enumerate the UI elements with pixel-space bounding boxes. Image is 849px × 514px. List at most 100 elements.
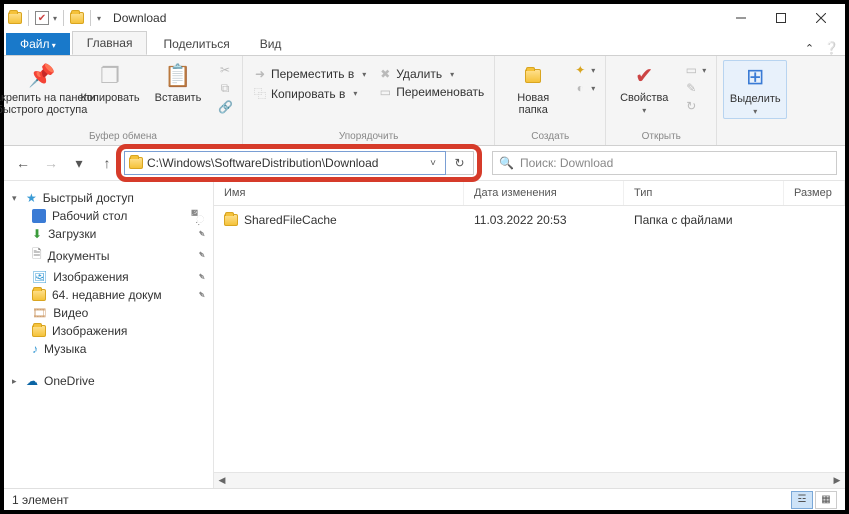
- column-size[interactable]: Размер: [784, 181, 845, 205]
- chevron-down-icon: ▾: [642, 106, 646, 115]
- cut-button[interactable]: ✂: [214, 62, 236, 78]
- sidebar-item-documents[interactable]: 🗎Документы✒: [8, 243, 209, 268]
- new-folder-icon: [525, 62, 541, 90]
- chevron-down-icon: ▾: [753, 107, 757, 116]
- rename-button[interactable]: ▭Переименовать: [374, 84, 488, 100]
- scroll-left-icon[interactable]: ◀: [214, 473, 230, 489]
- history-dropdown[interactable]: ▾: [68, 152, 90, 174]
- address-input[interactable]: [147, 156, 421, 170]
- qat-dropdown-icon[interactable]: ▾: [53, 14, 57, 23]
- copy-path-icon: ⧉: [218, 81, 232, 96]
- expand-icon: ▾: [12, 193, 20, 204]
- sidebar-item-recent[interactable]: 64. недавние докум✒: [8, 286, 209, 304]
- qat-checkbox[interactable]: ✔: [35, 11, 49, 25]
- column-name[interactable]: Имя: [214, 181, 464, 205]
- sidebar-item-pictures[interactable]: 🖼Изображения✒: [8, 268, 209, 286]
- easy-access-button[interactable]: ◐▾: [569, 80, 599, 96]
- new-folder-button[interactable]: Новая папка: [501, 60, 565, 116]
- minimize-button[interactable]: [721, 4, 761, 32]
- ribbon-collapse-icon[interactable]: ⌃: [805, 42, 814, 55]
- close-icon: [816, 13, 826, 23]
- copy-button[interactable]: ❐ Копировать: [78, 60, 142, 104]
- sidebar-item-downloads[interactable]: ⬇Загрузки✒: [8, 225, 209, 243]
- content-area: ▾ ★ Быстрый доступ Рабочий стол�಼ ⬇Загру…: [4, 180, 845, 488]
- up-button[interactable]: ↑: [96, 152, 118, 174]
- forward-button[interactable]: →: [40, 152, 62, 174]
- paste-icon: 📋: [164, 62, 191, 90]
- new-item-icon: ✦: [573, 63, 587, 77]
- minimize-icon: [736, 13, 746, 23]
- open-button[interactable]: ▭▾: [680, 62, 710, 78]
- pin-icon: ✒: [194, 270, 208, 284]
- copy-to-button[interactable]: ⿻Копировать в▾: [249, 84, 370, 103]
- delete-button[interactable]: ✖Удалить▾: [374, 66, 488, 82]
- properties-button[interactable]: ✔ Свойства ▾: [612, 60, 676, 115]
- pin-icon: ✒: [194, 288, 208, 302]
- window-title: Download: [113, 11, 166, 25]
- search-box[interactable]: 🔍 Поиск: Download: [492, 151, 837, 175]
- tab-share[interactable]: Поделиться: [149, 33, 243, 55]
- qat-separator: [28, 10, 29, 26]
- sidebar-item-desktop[interactable]: Рабочий стол�಼: [8, 207, 209, 225]
- file-name: SharedFileCache: [244, 213, 337, 227]
- help-icon[interactable]: ❔: [824, 41, 839, 55]
- search-placeholder: Поиск: Download: [520, 156, 613, 170]
- column-headers: Имя Дата изменения Тип Размер: [214, 181, 845, 206]
- expand-icon: ▸: [12, 376, 20, 387]
- edit-icon: ✎: [684, 81, 698, 95]
- videos-icon: 🎞: [32, 306, 47, 320]
- horizontal-scrollbar[interactable]: ◀ ▶: [214, 472, 845, 488]
- sidebar-item-pictures2[interactable]: Изображения: [8, 322, 209, 340]
- move-to-button[interactable]: ➜Переместить в▾: [249, 66, 370, 82]
- folder-icon: [224, 214, 238, 226]
- delete-icon: ✖: [378, 67, 392, 81]
- sidebar-onedrive[interactable]: ▸ ☁ OneDrive: [8, 372, 209, 390]
- group-clipboard: 📌 Закрепить на панели быстрого доступа ❐…: [4, 56, 243, 145]
- qat-overflow-icon[interactable]: ▾: [97, 14, 101, 23]
- view-icons-button[interactable]: ▦: [815, 491, 837, 509]
- column-modified[interactable]: Дата изменения: [464, 181, 624, 205]
- paste-shortcut-button[interactable]: 🔗: [214, 99, 236, 115]
- refresh-button[interactable]: ↻: [446, 151, 474, 175]
- copy-to-icon: ⿻: [253, 85, 267, 102]
- edit-button[interactable]: ✎: [680, 80, 710, 96]
- file-list[interactable]: SharedFileCache 11.03.2022 20:53 Папка с…: [214, 206, 845, 472]
- documents-icon: 🗎: [32, 245, 42, 266]
- address-bar-wrapper: ˅ ↻: [124, 151, 474, 175]
- address-dropdown-icon[interactable]: ˅: [425, 158, 441, 169]
- copy-icon: ❐: [100, 62, 120, 90]
- pin-to-quick-access-button[interactable]: 📌 Закрепить на панели быстрого доступа: [10, 60, 74, 116]
- group-open: ✔ Свойства ▾ ▭▾ ✎ ↻ Открыть: [606, 56, 717, 145]
- cut-icon: ✂: [218, 63, 232, 77]
- sidebar-quick-access[interactable]: ▾ ★ Быстрый доступ: [8, 189, 209, 207]
- copy-path-button[interactable]: ⧉: [214, 80, 236, 97]
- qat-folder-icon[interactable]: [70, 12, 84, 24]
- navigation-bar: ← → ▾ ↑ ˅ ↻ 🔍 Поиск: Download: [4, 146, 845, 180]
- open-icon: ▭: [684, 63, 698, 77]
- back-button[interactable]: ←: [12, 152, 34, 174]
- group-organize: ➜Переместить в▾ ⿻Копировать в▾ ✖Удалить▾…: [243, 56, 495, 145]
- new-item-button[interactable]: ✦▾: [569, 62, 599, 78]
- maximize-button[interactable]: [761, 4, 801, 32]
- tab-view[interactable]: Вид: [246, 33, 296, 55]
- address-bar[interactable]: ˅: [124, 151, 446, 175]
- sidebar-item-music[interactable]: ♪Музыка: [8, 340, 209, 358]
- move-to-icon: ➜: [253, 67, 267, 81]
- qat-separator: [63, 10, 64, 26]
- history-button[interactable]: ↻: [680, 98, 710, 114]
- history-icon: ↻: [684, 99, 698, 113]
- tab-home[interactable]: Главная: [72, 31, 148, 55]
- music-icon: ♪: [32, 342, 38, 356]
- select-button[interactable]: ⊞ Выделить ▾: [723, 60, 787, 119]
- close-button[interactable]: [801, 4, 841, 32]
- app-folder-icon: [8, 12, 22, 24]
- easy-access-icon: ◐: [573, 81, 587, 95]
- scroll-right-icon[interactable]: ▶: [829, 473, 845, 489]
- view-details-button[interactable]: ☲: [791, 491, 813, 509]
- status-bar: 1 элемент ☲ ▦: [4, 488, 845, 510]
- table-row[interactable]: SharedFileCache 11.03.2022 20:53 Папка с…: [214, 206, 845, 234]
- sidebar-item-videos[interactable]: 🎞Видео: [8, 304, 209, 322]
- column-type[interactable]: Тип: [624, 181, 784, 205]
- paste-button[interactable]: 📋 Вставить: [146, 60, 210, 104]
- tab-file[interactable]: Файл: [6, 33, 70, 55]
